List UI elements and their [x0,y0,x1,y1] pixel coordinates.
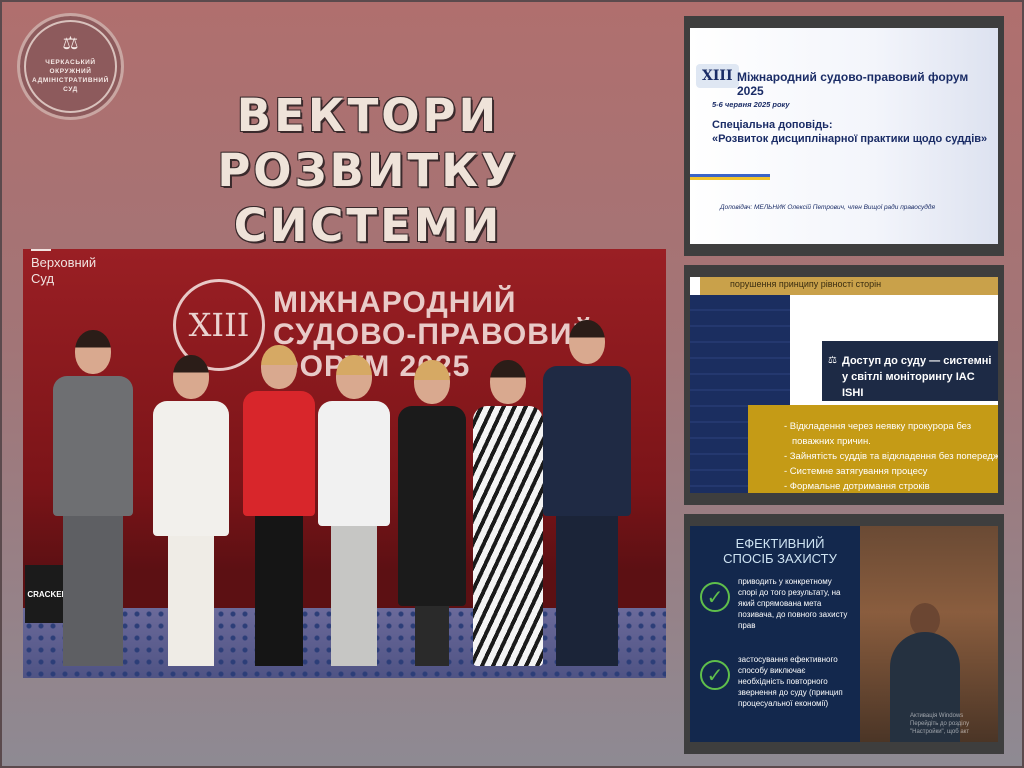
watermark-line-2: Перейдіть до розділу "Настройки", щоб ак… [910,721,970,735]
slide1-special-report: Спеціальна доповідь: [712,119,833,131]
slide3-title-line-1: ЕФЕКТИВНИЙ [735,536,825,551]
slide3-point-1-text: приводить у конкретному спорі до того ре… [738,577,848,630]
slide-effective-remedy: ЕФЕКТИВНИЙ СПОСІБ ЗАХИСТУ ✓ приводить у … [684,514,1004,754]
slide3-point-2-text: застосування ефективного способу виключа… [738,655,843,708]
ukraine-flag-stripe [690,174,770,180]
supreme-court-line-1: Верховний [31,255,97,270]
slide-forum-title: XIII Міжнародний судово-правовий форум 2… [684,16,1004,256]
slide1-speaker: Доповідач: МЕЛЬНИК Олексій Петрович, чле… [720,204,935,211]
person-3 [243,345,315,666]
windows-activation-watermark: Активація Windows Перейдіть до розділу "… [910,712,998,736]
check-icon: ✓ [700,582,730,612]
court-logo: ⚖ ЧЕРКАСЬКИЙ ОКРУЖНИЙ АДМІНІСТРАТИВНИЙ С… [17,13,124,120]
slide1-report: Спеціальна доповідь: «Розвиток дисциплін… [712,118,1002,146]
person-4 [318,355,390,666]
slide2-bullets: - Відкладення через неявку прокурора без… [748,405,998,493]
slide2-bullet: - Системне затягування процесу [784,466,928,477]
slide2-heading-box: ⚖ Доступ до суду — системні у світлі мон… [822,341,998,401]
slide2-heading-line-1: Доступ до суду — системні [842,355,992,367]
watermark-line-1: Активація Windows [910,713,964,719]
slide1-forum-title: Міжнародний судово-правовий форум 2025 [737,70,969,98]
supreme-court-sign: Верховний Суд [31,249,97,287]
person-1 [53,330,133,666]
supreme-court-line-2: Суд [31,271,55,286]
slide2-heading-line-2: у світлі моніторингу IAC ISHI [842,371,975,399]
logo-line-3: АДМІНІСТРАТИВНИЙ [32,77,109,84]
slide3-title-line-2: СПОСІБ ЗАХИСТУ [723,551,837,566]
person-7 [543,320,631,666]
slide3-point-2: ✓ застосування ефективного способу виклю… [700,654,850,709]
person-2 [153,355,229,666]
slide2-bullet: - Формальне дотримання строків [784,481,930,492]
slide-access-to-court: порушення принципу рівності сторін ⚖ Дос… [684,265,1004,505]
slide3-point-1: ✓ приводить у конкретному спорі до того … [700,576,850,631]
slide2-bullet: поважних причин. [792,436,871,447]
slide1-roman: XIII [696,64,739,88]
check-icon: ✓ [700,660,730,690]
slide2-bullet: - Відкладення через неявку прокурора без [784,421,972,432]
person-5 [398,360,466,666]
title-line-1: ВЕКТОРИ РОЗВИТКУ [217,89,519,197]
logo-line-1: ЧЕРКАСЬКИЙ [45,59,96,66]
slide1-report-title: «Розвиток дисциплінарної практики щодо с… [712,133,988,145]
slide3-title: ЕФЕКТИВНИЙ СПОСІБ ЗАХИСТУ [720,536,840,566]
group-photo: Верховний Суд XIII МІЖНАРОДНИЙ СУДОВО-ПР… [23,249,666,678]
banner-line-1: МІЖНАРОДНИЙ [273,286,517,319]
person-6 [473,360,543,666]
slide2-top-strip: порушення принципу рівності сторін [700,277,998,295]
scales-icon: ⚖ [62,33,79,53]
scales-icon: ⚖ [828,355,837,366]
slide2-bullet: - Зайнятість суддів та відкладення без п… [784,451,998,462]
logo-line-4: СУД [63,86,78,93]
slide1-date: 5-6 червня 2025 року [712,100,790,109]
logo-line-2: ОКРУЖНИЙ [49,68,92,75]
courtroom-image: Активація Windows Перейдіть до розділу "… [860,526,998,742]
